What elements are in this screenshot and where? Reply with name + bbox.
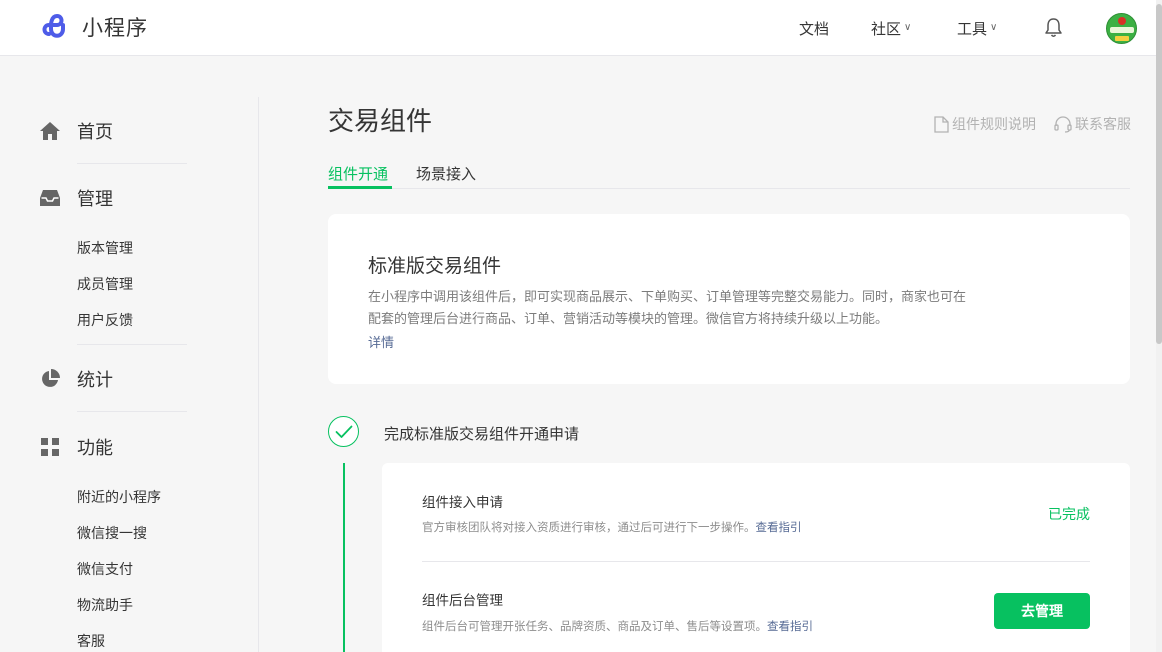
active-tab-indicator [328, 186, 392, 189]
nav-community-label: 社区 [871, 19, 902, 38]
status-badge: 已完成 [1048, 507, 1090, 523]
item-title: 组件后台管理 [422, 593, 503, 609]
item-description-text: 官方审核团队将对接入资质进行审核，通过后可进行下一步操作。 [422, 520, 756, 534]
sidebar-item-features[interactable]: 功能 [38, 434, 113, 460]
tab-scene-access[interactable]: 场景接入 [416, 163, 476, 184]
guide-link[interactable]: 查看指引 [756, 520, 802, 534]
nav-tools-label: 工具 [957, 19, 988, 38]
sidebar-item-label: 统计 [77, 370, 113, 391]
avatar-band [1110, 27, 1134, 33]
top-bar: 小程序 文档 社区 ∨ 工具 ∨ [0, 0, 1162, 56]
sidebar-item-members[interactable]: 成员管理 [77, 274, 133, 294]
tabs-divider [328, 188, 1130, 189]
intro-title: 标准版交易组件 [368, 255, 502, 277]
tab-component-activation[interactable]: 组件开通 [328, 163, 388, 184]
nav-tools[interactable]: 工具 ∨ [957, 0, 997, 56]
intro-card: 标准版交易组件 在小程序中调用该组件后，即可实现商品展示、下单购买、订单管理等完… [328, 214, 1130, 384]
sidebar-divider [77, 163, 187, 164]
support-link-label: 联系客服 [1075, 117, 1131, 133]
pie-chart-icon [38, 367, 62, 391]
sidebar-item-label: 管理 [77, 189, 113, 210]
intro-description: 在小程序中调用该组件后，即可实现商品展示、下单购买、订单管理等完整交易能力。同时… [368, 290, 967, 327]
sidebar-item-version[interactable]: 版本管理 [77, 238, 133, 258]
mini-program-logo-icon [42, 13, 65, 38]
sidebar-divider [77, 344, 187, 345]
rules-link[interactable]: 组件规则说明 [934, 114, 1036, 134]
scrollbar-thumb[interactable] [1156, 4, 1162, 344]
sidebar-item-nearby[interactable]: 附近的小程序 [77, 487, 161, 507]
sidebar-item-feedback[interactable]: 用户反馈 [77, 310, 133, 330]
sidebar-item-manage[interactable]: 管理 [38, 185, 113, 211]
notification-bell-icon[interactable] [1044, 17, 1063, 42]
sidebar-item-home[interactable]: 首页 [38, 118, 113, 144]
sidebar-item-search[interactable]: 微信搜一搜 [77, 523, 147, 543]
step-progress-line [343, 463, 345, 652]
inbox-icon [38, 186, 62, 210]
logo[interactable]: 小程序 [40, 12, 148, 42]
details-link[interactable]: 详情 [368, 332, 394, 351]
sidebar-divider [77, 411, 187, 412]
document-icon [934, 115, 949, 133]
avatar-footer [1115, 36, 1129, 41]
page-scrollbar[interactable] [1156, 0, 1162, 652]
guide-link[interactable]: 查看指引 [767, 619, 813, 633]
support-link[interactable]: 联系客服 [1054, 114, 1131, 134]
headset-icon [1054, 115, 1072, 133]
sidebar-item-label: 功能 [77, 438, 113, 459]
chevron-down-icon: ∨ [990, 21, 998, 33]
item-title: 组件接入申请 [422, 495, 503, 511]
rules-link-label: 组件规则说明 [952, 117, 1036, 133]
step-items-card: 组件接入申请 官方审核团队将对接入资质进行审核，通过后可进行下一步操作。查看指引… [382, 463, 1130, 652]
avatar[interactable] [1106, 13, 1137, 44]
sidebar-border [258, 97, 259, 652]
grid-icon [38, 435, 62, 459]
sidebar-item-pay[interactable]: 微信支付 [77, 559, 133, 579]
item-description: 官方审核团队将对接入资质进行审核，通过后可进行下一步操作。查看指引 [422, 519, 802, 535]
sidebar-item-label: 首页 [77, 122, 113, 143]
app-name: 小程序 [82, 16, 148, 40]
sidebar-item-customer-service[interactable]: 客服 [77, 631, 105, 651]
avatar-badge-icon [1118, 17, 1126, 25]
home-icon [38, 119, 62, 143]
step-title: 完成标准版交易组件开通申请 [384, 425, 580, 443]
page-title: 交易组件 [328, 107, 433, 137]
manage-button[interactable]: 去管理 [994, 593, 1090, 629]
chevron-down-icon: ∨ [904, 21, 912, 33]
item-divider [422, 561, 1090, 562]
step-complete-icon [328, 416, 359, 447]
nav-community[interactable]: 社区 ∨ [871, 0, 911, 56]
nav-docs-label: 文档 [799, 19, 830, 38]
nav-docs[interactable]: 文档 [799, 0, 829, 56]
item-description: 组件后台可管理开张任务、品牌资质、商品及订单、售后等设置项。查看指引 [422, 618, 813, 634]
sidebar-item-logistics[interactable]: 物流助手 [77, 595, 133, 615]
item-description-text: 组件后台可管理开张任务、品牌资质、商品及订单、售后等设置项。 [422, 619, 767, 633]
sidebar-item-stats[interactable]: 统计 [38, 366, 113, 392]
